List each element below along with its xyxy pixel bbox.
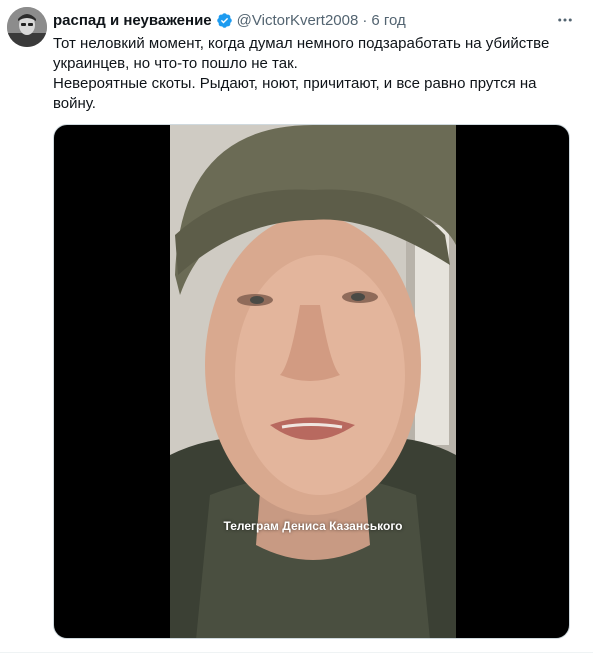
tweet-text-line: Тот неловкий момент, когда думал немного… bbox=[53, 35, 550, 72]
tweet-text-line: Невероятные скоты. Рыдают, ноют, причита… bbox=[53, 75, 537, 112]
tweet-text: Тот неловкий момент, когда думал немного… bbox=[53, 34, 573, 114]
avatar-image bbox=[7, 7, 47, 47]
tweet-video[interactable]: Телеграм Дениса Казанського bbox=[53, 124, 570, 639]
author-avatar[interactable] bbox=[7, 7, 47, 47]
verified-badge-icon bbox=[216, 12, 233, 29]
tweet-header: распад и неуважение @VictorKvert2008 · 6… bbox=[53, 10, 563, 30]
author-handle[interactable]: @VictorKvert2008 bbox=[237, 12, 359, 29]
video-watermark: Телеграм Дениса Казанського bbox=[223, 519, 403, 533]
video-thumbnail bbox=[170, 125, 456, 638]
header-separator: · bbox=[362, 11, 368, 29]
tweet-timestamp[interactable]: 6 год bbox=[371, 12, 405, 29]
more-options-icon[interactable] bbox=[555, 10, 575, 30]
video-frame: Телеграм Дениса Казанського bbox=[170, 125, 456, 638]
author-name[interactable]: распад и неуважение bbox=[53, 12, 212, 29]
